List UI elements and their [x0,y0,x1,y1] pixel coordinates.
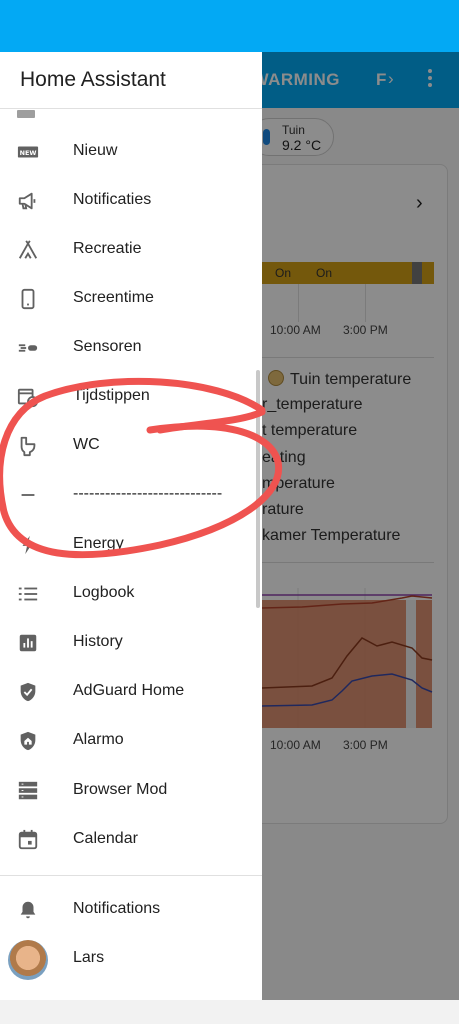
sidebar-scrollbar[interactable] [256,370,260,608]
app-title: Home Assistant [20,68,166,91]
sidebar-item-label: Recreatie [73,240,142,257]
sidebar-item-recreatie[interactable]: Recreatie [0,227,262,273]
shield-home-icon [17,730,39,752]
sidebar-item-notifications[interactable]: Notifications [0,887,262,933]
sidebar-item-label: Energy [73,535,124,552]
sidebar-item-alarmo[interactable]: Alarmo [0,718,262,764]
minus-icon [17,484,39,506]
toilet-icon [17,435,39,457]
navigation-bar [0,1000,459,1024]
new-box-icon: NEW [17,141,39,163]
shield-check-icon [17,681,39,703]
divider [0,108,262,109]
sidebar-drawer: Home Assistant NEW Nieuw Notificaties Re… [0,52,262,1000]
sidebar-item-label: Nieuw [73,142,118,159]
sidebar-item-label: Notifications [73,900,161,917]
server-icon [17,780,39,802]
sidebar-item-label: Calendar [73,830,138,847]
lightning-icon [17,534,39,556]
sidebar-item-logbook[interactable]: Logbook [0,571,262,617]
sidebar-item-nieuw[interactable]: NEW Nieuw [0,129,262,175]
sidebar-item-label: Logbook [73,584,135,601]
sensor-icon [17,337,39,359]
cellphone-icon [17,288,39,310]
svg-text:NEW: NEW [20,149,37,157]
sidebar-item-label: Sensoren [73,338,142,355]
sidebar-item-history[interactable]: History [0,620,262,666]
sidebar-item-wc[interactable]: WC [0,423,262,469]
sidebar-item-label: WC [73,436,100,453]
chart-box-icon [17,632,39,654]
calendar-clock-icon [17,386,39,408]
sidebar-item-label: Tijdstippen [73,387,150,404]
sidebar-item-label: Screentime [73,289,154,306]
sidebar-item-adguard[interactable]: AdGuard Home [0,669,262,715]
sidebar-item-energy[interactable]: Energy [0,522,262,568]
sidebar-item-label: Browser Mod [73,781,168,798]
sidebar-item-browser-mod[interactable]: Browser Mod [0,768,262,814]
sidebar-item-separator[interactable]: ---------------------------- [0,472,262,518]
partial-icon [17,110,35,118]
sidebar-item-label: Notificaties [73,191,152,208]
sidebar-item-sensoren[interactable]: Sensoren [0,325,262,371]
format-list-bulleted-icon [17,583,39,605]
sidebar-item-profile[interactable]: Lars [0,936,262,982]
sidebar-item-screentime[interactable]: Screentime [0,276,262,322]
sidebar-item-calendar[interactable]: Calendar [0,817,262,863]
sidebar-item-label: ---------------------------- [73,485,223,502]
sidebar-item-label: History [73,633,123,650]
tent-icon [17,239,39,261]
sidebar-item-tijdstippen[interactable]: Tijdstippen [0,374,262,420]
sidebar-item-label: Alarmo [73,731,124,748]
user-name: Lars [73,949,105,966]
sidebar-item-label: AdGuard Home [73,682,185,699]
divider [0,875,262,876]
bullhorn-icon [17,190,39,212]
sidebar-item-notificaties[interactable]: Notificaties [0,178,262,224]
bell-icon [17,899,39,921]
status-bar [0,0,459,52]
calendar-icon [17,829,39,851]
